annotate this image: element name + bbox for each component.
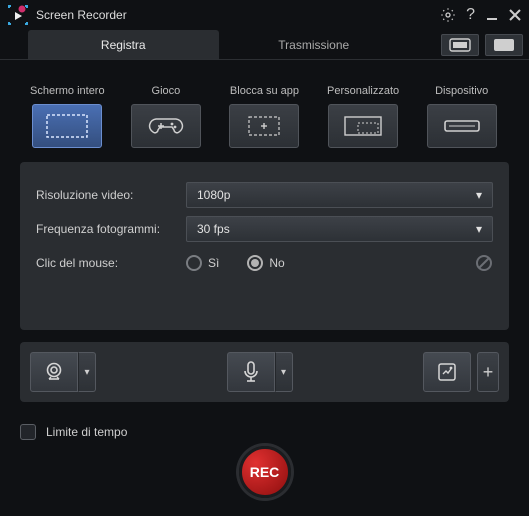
- overlay-button[interactable]: [423, 352, 471, 392]
- mode-game-label: Gioco: [152, 70, 181, 98]
- chevron-down-icon: ▾: [476, 188, 482, 202]
- mouseclick-no-label: No: [269, 256, 284, 270]
- framerate-label: Frequenza fotogrammi:: [36, 222, 186, 236]
- mode-custom: Personalizzato: [322, 70, 404, 148]
- gamepad-icon: [148, 115, 184, 137]
- webcam-button[interactable]: [30, 352, 78, 392]
- microphone-button[interactable]: [227, 352, 275, 392]
- lock-app-icon: [241, 112, 287, 140]
- mode-fullscreen: Schermo intero: [26, 70, 108, 148]
- mouseclick-no-radio[interactable]: No: [247, 255, 284, 271]
- webcam-dropdown[interactable]: ▾: [78, 352, 96, 392]
- record-button-label: REC: [250, 464, 280, 480]
- disabled-icon: [475, 254, 493, 272]
- add-overlay-button[interactable]: +: [477, 352, 499, 392]
- framerate-dropdown[interactable]: 30 fps ▾: [186, 216, 493, 242]
- mode-lock-app: Blocca su app: [223, 70, 305, 148]
- mode-custom-label: Personalizzato: [327, 70, 399, 98]
- source-row: ▾ ▾ +: [20, 342, 509, 402]
- record-button[interactable]: REC: [239, 446, 291, 498]
- microphone-dropdown[interactable]: ▾: [275, 352, 293, 392]
- help-icon[interactable]: ?: [466, 6, 475, 24]
- resolution-value: 1080p: [197, 188, 230, 202]
- titlebar: Screen Recorder ?: [0, 0, 529, 30]
- mode-custom-button[interactable]: [328, 104, 398, 148]
- window-controls: ?: [440, 6, 521, 24]
- microphone-icon: [242, 360, 260, 384]
- capture-mode-row: Schermo intero Gioco Blocca su app Perso…: [0, 60, 529, 148]
- mode-fullscreen-button[interactable]: [32, 104, 102, 148]
- mouseclick-yes-label: Sì: [208, 256, 219, 270]
- timelimit-checkbox[interactable]: [20, 424, 36, 440]
- mouseclick-yes-radio[interactable]: Sì: [186, 255, 219, 271]
- radio-icon: [247, 255, 263, 271]
- tab-record[interactable]: Registra: [28, 30, 219, 59]
- mode-lock-app-label: Blocca su app: [230, 70, 299, 98]
- mode-game-button[interactable]: [131, 104, 201, 148]
- webcam-icon: [43, 361, 65, 383]
- tab-stream[interactable]: Trasmissione: [219, 30, 410, 59]
- mode-device: Dispositivo: [421, 70, 503, 148]
- resolution-label: Risoluzione video:: [36, 188, 186, 202]
- settings-panel: Risoluzione video: 1080p ▾ Frequenza fot…: [20, 162, 509, 330]
- chevron-down-icon: ▾: [281, 367, 286, 378]
- mode-lock-app-button[interactable]: [229, 104, 299, 148]
- app-logo-icon: [8, 5, 28, 25]
- mode-game: Gioco: [125, 70, 207, 148]
- minimize-icon[interactable]: [485, 8, 499, 22]
- settings-icon[interactable]: [440, 7, 456, 23]
- chevron-down-icon: ▾: [84, 367, 89, 378]
- overlay-icon: [436, 361, 458, 383]
- chevron-down-icon: ▾: [476, 222, 482, 236]
- custom-region-icon: [340, 112, 386, 140]
- mouseclick-label: Clic del mouse:: [36, 256, 186, 270]
- radio-icon: [186, 255, 202, 271]
- preview-primary-button[interactable]: [485, 34, 523, 56]
- device-icon: [439, 116, 485, 136]
- resolution-dropdown[interactable]: 1080p ▾: [186, 182, 493, 208]
- framerate-value: 30 fps: [197, 222, 230, 236]
- mode-fullscreen-label: Schermo intero: [30, 70, 105, 98]
- timelimit-label: Limite di tempo: [46, 425, 127, 439]
- main-tabs: Registra Trasmissione: [0, 30, 529, 60]
- plus-icon: +: [483, 362, 494, 383]
- mode-device-label: Dispositivo: [435, 70, 488, 98]
- preview-secondary-button[interactable]: [441, 34, 479, 56]
- app-title: Screen Recorder: [36, 8, 440, 22]
- mode-device-button[interactable]: [427, 104, 497, 148]
- close-icon[interactable]: [509, 9, 521, 21]
